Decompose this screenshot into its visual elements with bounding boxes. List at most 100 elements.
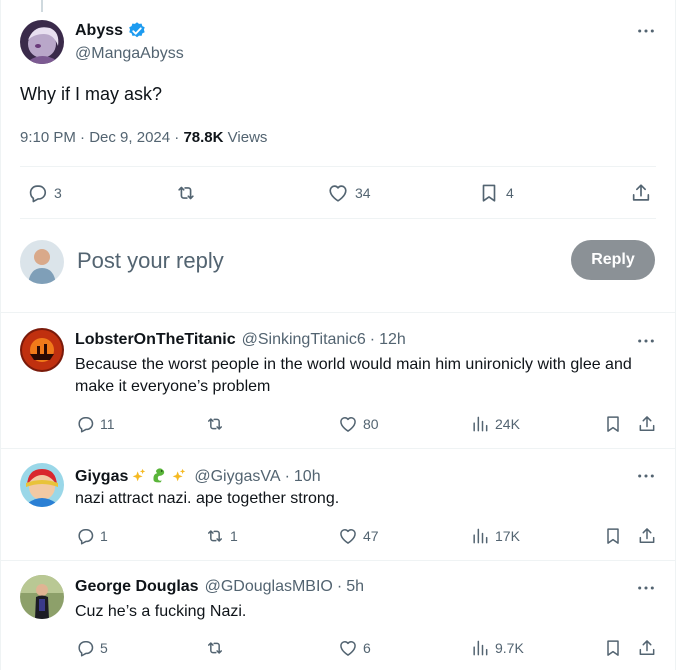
share-action[interactable] [637,526,657,546]
views-action[interactable]: 24K [470,414,520,434]
divider [20,218,656,219]
share-icon [637,638,657,658]
views-count: 78.8K [183,129,224,146]
views-icon [470,526,490,546]
section-divider [0,560,676,561]
reply-action[interactable]: 1 [75,526,108,546]
like-count: 80 [363,416,379,432]
views-count: 17K [495,528,520,544]
reply-icon [75,526,95,546]
comment-header: Giygas @GiygasVA · 10h [75,466,321,487]
comment-avatar[interactable] [20,328,64,372]
reply-count: 11 [100,416,115,432]
comment-text: nazi attract nazi. ape together strong. [75,490,340,507]
like-count: 6 [363,640,371,656]
share-icon [637,414,657,434]
display-name[interactable]: Giygas [75,468,128,486]
display-name[interactable]: LobsterOnTheTitanic [75,331,236,349]
handle[interactable]: @GDouglasMBIO [205,578,333,596]
separator-dot: · [369,331,376,348]
display-name[interactable]: George Douglas [75,578,199,596]
display-name[interactable]: Abyss [75,22,123,40]
avatar-image [20,20,64,64]
comment-age[interactable]: 12h [379,331,406,349]
like-icon [338,414,358,434]
sparkle-star-icon [170,466,188,487]
reply-action[interactable]: 5 [75,638,108,658]
like-count: 34 [355,185,371,201]
views-icon [470,414,490,434]
views-action[interactable]: 17K [470,526,520,546]
repost-icon [205,526,225,546]
separator-dot: · [336,578,343,595]
like-icon [338,638,358,658]
repost-count: 1 [230,528,238,544]
repost-icon [205,638,225,658]
more-icon[interactable] [636,331,656,351]
share-action[interactable] [637,638,657,658]
bookmark-action[interactable]: 4 [478,182,514,204]
separator-dot: · [284,467,290,485]
more-icon[interactable] [636,578,656,598]
repost-action[interactable]: 1 [205,526,238,546]
like-action[interactable]: 47 [338,526,379,546]
bookmark-icon [603,526,623,546]
avatar-image [20,575,64,619]
bookmark-icon [603,638,623,658]
like-action[interactable]: 6 [338,638,371,658]
comment-header: George Douglas @GDouglasMBIO · 5h [75,578,364,596]
post-meta: 9:10 PM · Dec 9, 2024 · 78.8K Views [20,129,267,146]
like-action[interactable]: 80 [338,414,379,434]
handle[interactable]: @GiygasVA [194,468,280,486]
more-icon[interactable] [636,21,656,41]
views-label: Views [227,129,268,146]
views-action[interactable]: 9.7K [470,638,524,658]
reply-count: 1 [100,528,108,544]
current-user-avatar[interactable] [20,240,64,284]
comment-text: Because the worst people in the world wo… [75,356,632,395]
comment-age[interactable]: 10h [294,468,321,486]
reply-count: 3 [54,185,62,201]
repost-action[interactable] [205,638,230,658]
bookmark-icon [478,182,500,204]
separator-dot: · [174,129,180,146]
post-text: Why if I may ask? [20,84,163,104]
comment-age[interactable]: 5h [346,578,364,596]
like-icon [338,526,358,546]
like-count: 47 [363,528,379,544]
share-icon [637,526,657,546]
handle[interactable]: @MangaAbyss [75,45,184,63]
repost-icon [175,182,197,204]
views-count: 9.7K [495,640,524,656]
reply-input[interactable]: Post your reply [77,248,224,274]
main-post-avatar[interactable] [20,20,64,64]
views-count: 24K [495,416,520,432]
section-divider [0,448,676,449]
comment-text: Cuz he’s a fucking Nazi. [75,603,247,620]
comment-avatar[interactable] [20,575,64,619]
bookmark-action[interactable] [603,414,623,434]
repost-action[interactable] [175,182,203,204]
sparkle-star-icon [130,466,148,487]
share-action[interactable] [637,414,657,434]
bookmark-icon [603,414,623,434]
reply-action[interactable]: 11 [75,414,115,434]
more-icon[interactable] [636,466,656,486]
like-icon [327,182,349,204]
reply-icon [26,182,48,204]
reply-action[interactable]: 3 [26,182,62,204]
post-date[interactable]: Dec 9, 2024 [89,129,170,146]
comment-avatar[interactable] [20,463,64,507]
like-action[interactable]: 34 [327,182,371,204]
separator-dot: · [80,129,86,146]
avatar-image [20,328,64,372]
share-action[interactable] [630,182,652,204]
reply-count: 5 [100,640,108,656]
reply-icon [75,638,95,658]
repost-action[interactable] [205,414,230,434]
bookmark-action[interactable] [603,526,623,546]
handle[interactable]: @SinkingTitanic6 [242,331,366,349]
bookmark-action[interactable] [603,638,623,658]
post-time[interactable]: 9:10 PM [20,129,76,146]
reply-button[interactable]: Reply [571,240,655,280]
